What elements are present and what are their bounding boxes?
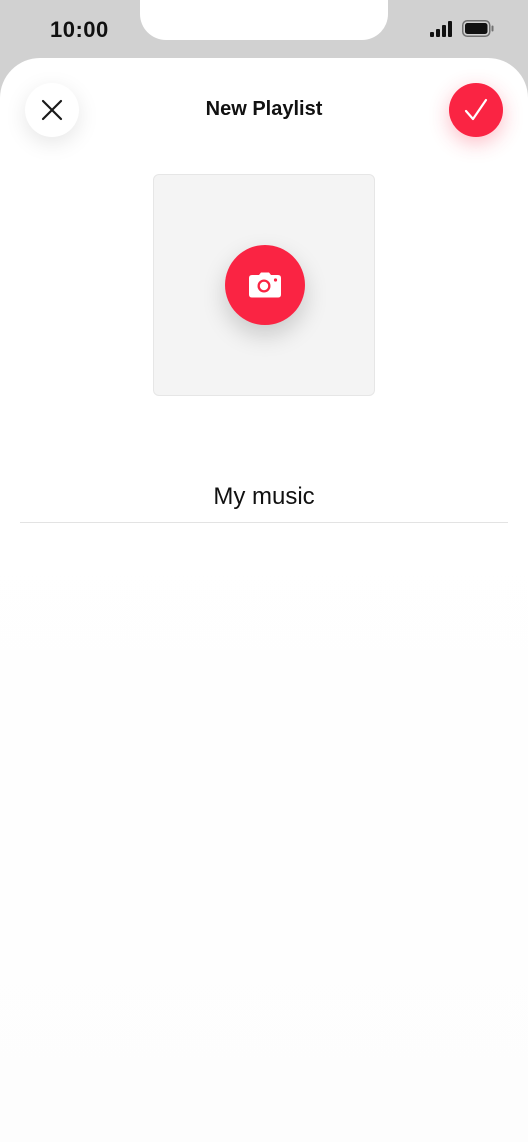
status-time: 10:00	[50, 17, 109, 42]
status-bar: 10:00	[0, 0, 528, 58]
playlist-name-input[interactable]	[20, 476, 508, 518]
done-button[interactable]	[449, 83, 503, 137]
battery-icon	[462, 20, 494, 37]
checkmark-icon	[464, 98, 488, 121]
name-input-underline	[20, 522, 508, 523]
playlist-artwork-placeholder[interactable]	[153, 174, 375, 396]
add-artwork-button[interactable]	[225, 245, 305, 325]
device-frame: 10:00 New Playlist	[0, 0, 528, 1142]
camera-icon	[249, 272, 281, 298]
status-icons	[430, 20, 494, 37]
new-playlist-sheet: New Playlist	[0, 58, 528, 1142]
signal-icon	[430, 20, 452, 37]
